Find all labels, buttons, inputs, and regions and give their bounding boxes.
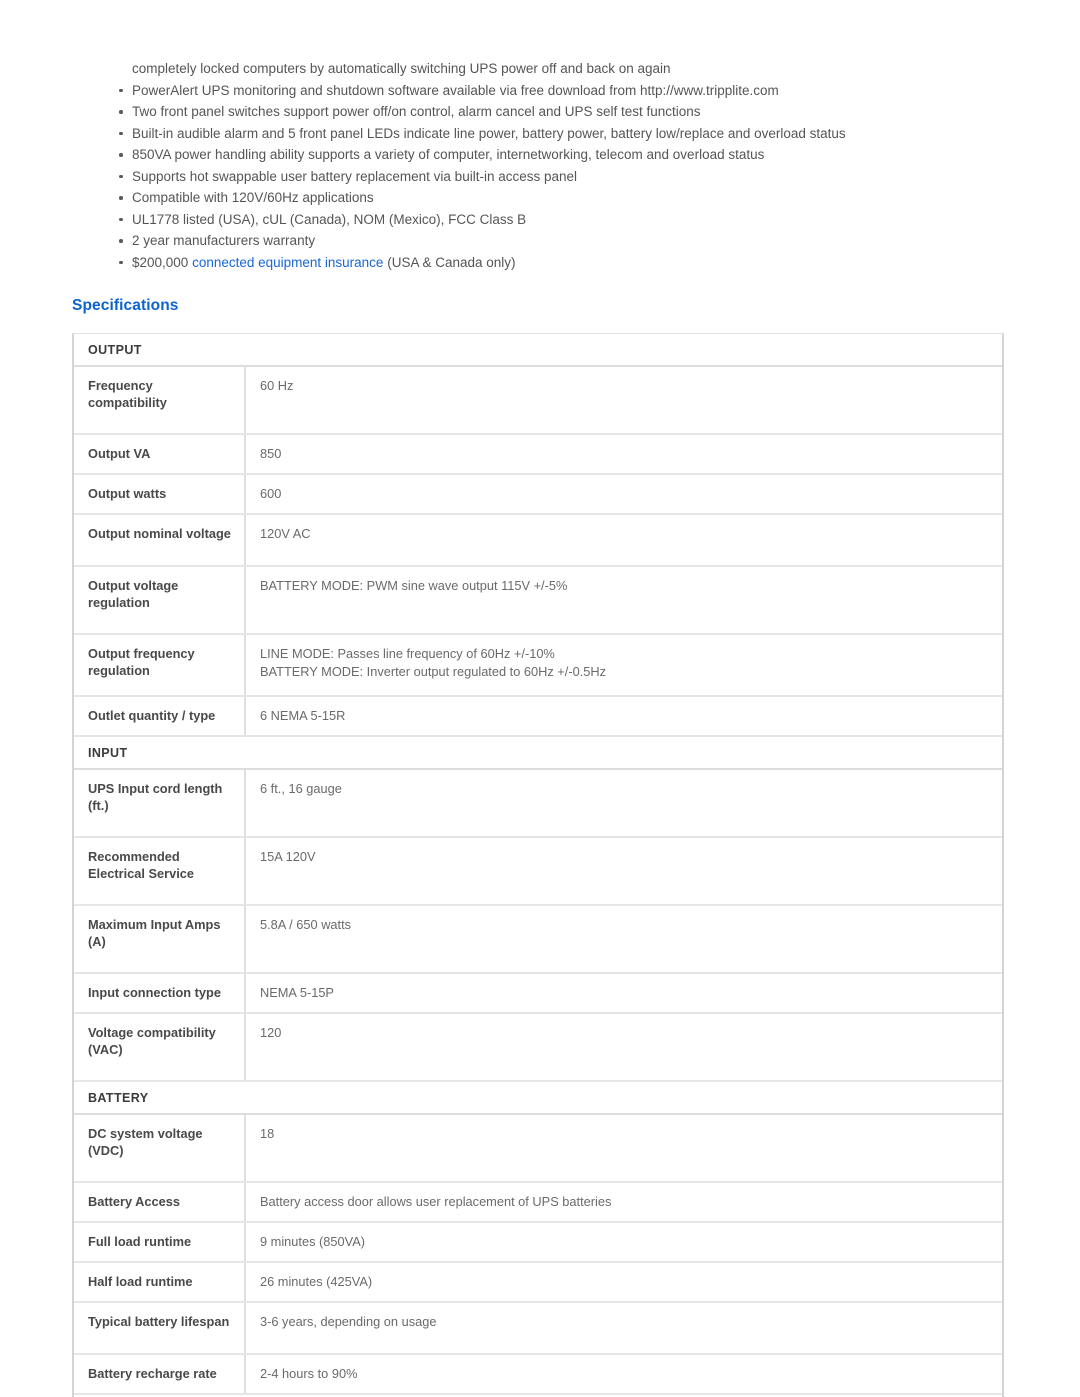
table-row: Battery Access Battery access door allow… <box>74 1183 1002 1223</box>
row-label: Maximum Input Amps (A) <box>74 906 246 972</box>
table-row: Output frequency regulation LINE MODE: P… <box>74 635 1002 697</box>
row-label: Full load runtime <box>74 1223 246 1261</box>
row-label: Frequency compatibility <box>74 367 246 433</box>
insurance-suffix-text: (USA & Canada only) <box>383 254 516 270</box>
section-header-input: INPUT <box>74 737 1002 770</box>
list-item: 2 year manufacturers warranty <box>118 230 998 252</box>
table-row: Output nominal voltage 120V AC <box>74 515 1002 567</box>
row-label: Half load runtime <box>74 1263 246 1301</box>
connected-equipment-insurance-link[interactable]: connected equipment insurance <box>192 255 383 270</box>
table-row: Voltage compatibility (VAC) 120 <box>74 1014 1002 1082</box>
bullet-dot-icon <box>119 217 123 221</box>
table-row: Output watts 600 <box>74 475 1002 515</box>
table-row: Recommended Electrical Service 15A 120V <box>74 838 1002 906</box>
row-value: 5.8A / 650 watts <box>260 917 352 932</box>
feature-continuation-line: completely locked computers by automatic… <box>132 61 671 76</box>
row-value: 60 Hz <box>260 378 294 393</box>
row-label: Recommended Electrical Service <box>74 838 246 904</box>
list-item: 850VA power handling ability supports a … <box>118 144 998 166</box>
row-value: 15A 120V <box>260 849 316 864</box>
table-row: Half load runtime 26 minutes (425VA) <box>74 1263 1002 1303</box>
list-item: Compatible with 120V/60Hz applications <box>118 187 998 209</box>
list-item: PowerAlert UPS monitoring and shutdown s… <box>118 80 998 102</box>
list-item: Built-in audible alarm and 5 front panel… <box>118 123 998 145</box>
row-label: Battery Access <box>74 1183 246 1221</box>
features-section: completely locked computers by automatic… <box>118 58 998 273</box>
row-value: Battery access door allows user replacem… <box>260 1194 612 1209</box>
row-value: 6 ft., 16 gauge <box>260 781 342 796</box>
specifications-heading: Specifications <box>72 297 179 314</box>
list-item-text: Supports hot swappable user battery repl… <box>132 168 577 184</box>
list-item-text: Two front panel switches support power o… <box>132 104 701 119</box>
row-value: 18 <box>260 1126 275 1141</box>
list-item: Supports hot swappable user battery repl… <box>118 166 998 188</box>
table-row: Full load runtime 9 minutes (850VA) <box>74 1223 1002 1263</box>
row-label: Output watts <box>74 475 246 513</box>
row-value: NEMA 5-15P <box>260 985 334 1000</box>
list-item-text: PowerAlert UPS monitoring and shutdown s… <box>132 82 779 98</box>
product-spec-page: completely locked computers by automatic… <box>0 0 1080 1397</box>
list-item: Two front panel switches support power o… <box>118 101 998 123</box>
bullet-dot-icon <box>119 110 123 114</box>
list-item-text: 2 year manufacturers warranty <box>132 233 316 248</box>
row-value: 600 <box>260 486 282 501</box>
row-label: Output frequency regulation <box>74 635 246 695</box>
row-label: Outlet quantity / type <box>74 697 246 735</box>
row-value-line-1: LINE MODE: Passes line frequency of 60Hz… <box>260 646 555 661</box>
row-label: Output nominal voltage <box>74 515 246 565</box>
row-value: 9 minutes (850VA) <box>260 1234 366 1249</box>
list-item-text: Built-in audible alarm and 5 front panel… <box>132 125 846 141</box>
row-value: 2-4 hours to 90% <box>260 1366 358 1381</box>
row-label: Input connection type <box>74 974 246 1012</box>
section-header-output: OUTPUT <box>74 334 1002 367</box>
table-row: Input connection type NEMA 5-15P <box>74 974 1002 1014</box>
bullet-dot-icon <box>119 196 123 200</box>
table-row: Output voltage regulation BATTERY MODE: … <box>74 567 1002 635</box>
row-value: BATTERY MODE: PWM sine wave output 115V … <box>260 578 568 593</box>
row-value: 850 <box>260 446 282 461</box>
list-item-text: UL1778 listed (USA), cUL (Canada), NOM (… <box>132 211 527 227</box>
bullet-dot-icon <box>119 153 123 157</box>
row-label: Voltage compatibility (VAC) <box>74 1014 246 1080</box>
row-label: DC system voltage (VDC) <box>74 1115 246 1181</box>
specifications-table: OUTPUT Frequency compatibility 60 Hz Out… <box>72 333 1004 1397</box>
bullet-dot-icon <box>119 131 123 135</box>
table-row: Typical battery lifespan 3-6 years, depe… <box>74 1303 1002 1355</box>
table-row: DC system voltage (VDC) 18 <box>74 1115 1002 1183</box>
row-label: UPS Input cord length (ft.) <box>74 770 246 836</box>
row-value: 3-6 years, depending on usage <box>260 1314 437 1329</box>
row-value: 26 minutes (425VA) <box>260 1274 373 1289</box>
row-value: 120 <box>260 1025 282 1040</box>
list-item-text: Compatible with 120V/60Hz applications <box>132 190 374 205</box>
table-row: Output VA 850 <box>74 435 1002 475</box>
bullet-dot-icon <box>119 239 123 243</box>
list-item: UL1778 listed (USA), cUL (Canada), NOM (… <box>118 209 998 231</box>
section-header-battery: BATTERY <box>74 1082 1002 1115</box>
row-value: 6 NEMA 5-15R <box>260 708 346 723</box>
row-value-line-2: BATTERY MODE: Inverter output regulated … <box>260 664 607 679</box>
table-row: Frequency compatibility 60 Hz <box>74 367 1002 435</box>
bullet-dot-icon <box>119 260 123 264</box>
row-value: LINE MODE: Passes line frequency of 60Hz… <box>246 635 1002 695</box>
table-row: Maximum Input Amps (A) 5.8A / 650 watts <box>74 906 1002 974</box>
bullet-dot-icon <box>119 88 123 92</box>
row-label: Battery recharge rate <box>74 1355 246 1393</box>
feature-bullet-list: PowerAlert UPS monitoring and shutdown s… <box>118 80 998 274</box>
row-label: Output VA <box>74 435 246 473</box>
row-label: Typical battery lifespan <box>74 1303 246 1353</box>
list-item-text: 850VA power handling ability supports a … <box>132 147 765 162</box>
table-row: Battery recharge rate 2-4 hours to 90% <box>74 1355 1002 1395</box>
list-item-insurance: $200,000 connected equipment insurance (… <box>118 252 998 274</box>
row-value: 120V AC <box>260 526 311 541</box>
row-label: Output voltage regulation <box>74 567 246 633</box>
insurance-prefix-text: $200,000 <box>132 254 193 270</box>
bullet-dot-icon <box>119 174 123 178</box>
table-row: UPS Input cord length (ft.) 6 ft., 16 ga… <box>74 770 1002 838</box>
table-row: Outlet quantity / type 6 NEMA 5-15R <box>74 697 1002 737</box>
